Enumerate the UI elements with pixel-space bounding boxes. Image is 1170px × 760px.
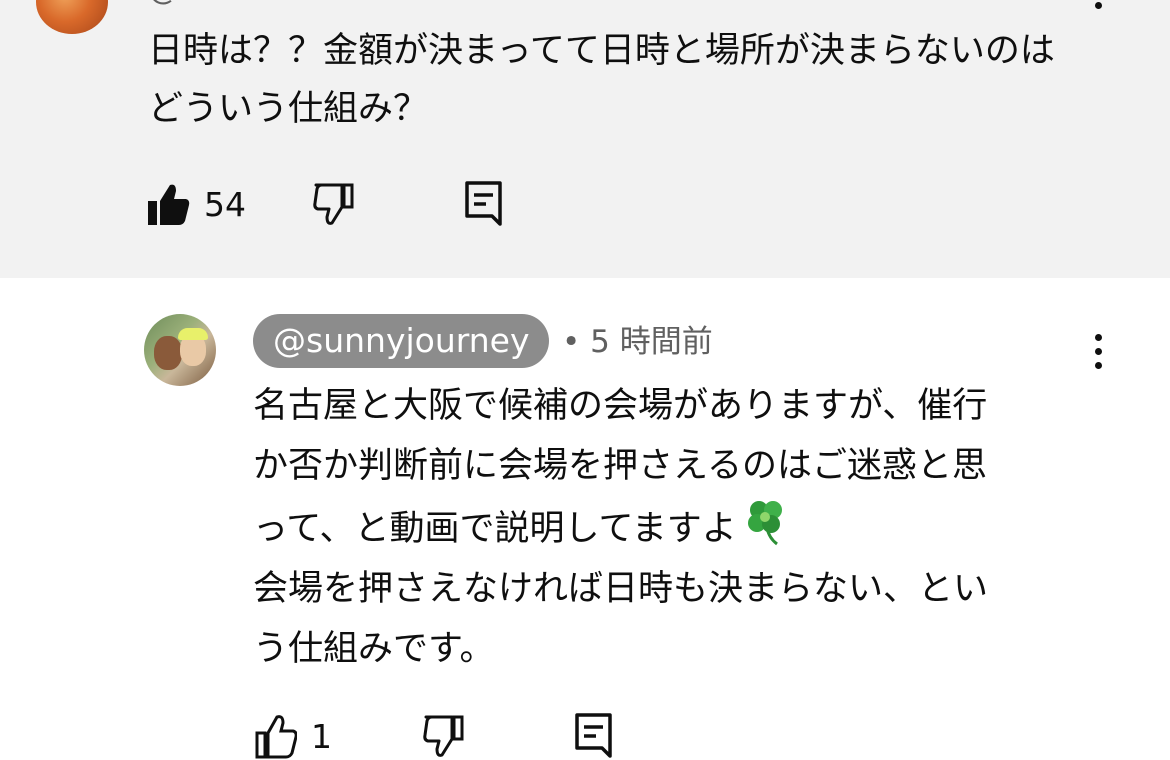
comment-meta: • 5 時間前: [562, 322, 713, 362]
comment-text-line: か否か判断前に会場を押さえるのはご迷惑と思: [253, 446, 987, 486]
more-options-icon[interactable]: [1092, 334, 1104, 369]
comment-author-chip[interactable]: @sunnyjourney: [253, 314, 550, 368]
comment-text-line: 会場を押さえなければ日時も決まらない、とい: [253, 569, 989, 609]
thumbs-up-icon: [255, 715, 297, 759]
thumbs-up-icon: [148, 184, 190, 225]
thumbs-down-icon: [313, 183, 354, 225]
reply-comment-icon: [575, 713, 612, 758]
reply-comment-icon: [465, 181, 502, 226]
more-options-icon[interactable]: [1092, 0, 1104, 9]
like-count: 54: [204, 184, 246, 224]
dislike-button[interactable]: [312, 181, 356, 227]
thumbs-down-icon: [423, 715, 464, 757]
comment-text: 名古屋と大阪で候補の会場がありますが、催行 か否か判断前に会場を押さえるのはご迷…: [253, 376, 1093, 679]
comment-text-line: 名古屋と大阪で候補の会場がありますが、催行: [253, 386, 988, 426]
comment-card-highlighted: @ 日時は？？金額が決まってて日時と場所が決まらないのはどういう仕組み？ 54: [0, 0, 1170, 278]
comment-text-line: う仕組みです。: [253, 629, 495, 669]
reply-button[interactable]: [464, 180, 504, 228]
four-leaf-clover-icon: [747, 501, 782, 546]
comment-text: 日時は？？金額が決まってて日時と場所が決まらないのはどういう仕組み？: [148, 31, 1055, 129]
avatar[interactable]: [36, 0, 108, 34]
meta-separator: •: [562, 324, 581, 360]
like-button[interactable]: [253, 713, 297, 759]
like-count: 1: [311, 716, 332, 756]
comment-actions: 54: [146, 180, 504, 228]
comment-timestamp: 5 時間前: [590, 324, 713, 360]
reply-button[interactable]: [574, 712, 614, 760]
comment-author-clipped: @: [148, 0, 548, 6]
avatar[interactable]: [144, 314, 216, 386]
comment-text-line-with-emoji: って、と動画で説明してますよ: [253, 496, 1093, 559]
comment-actions: 1: [253, 712, 614, 760]
dislike-button[interactable]: [422, 713, 466, 759]
like-button[interactable]: [146, 181, 190, 227]
